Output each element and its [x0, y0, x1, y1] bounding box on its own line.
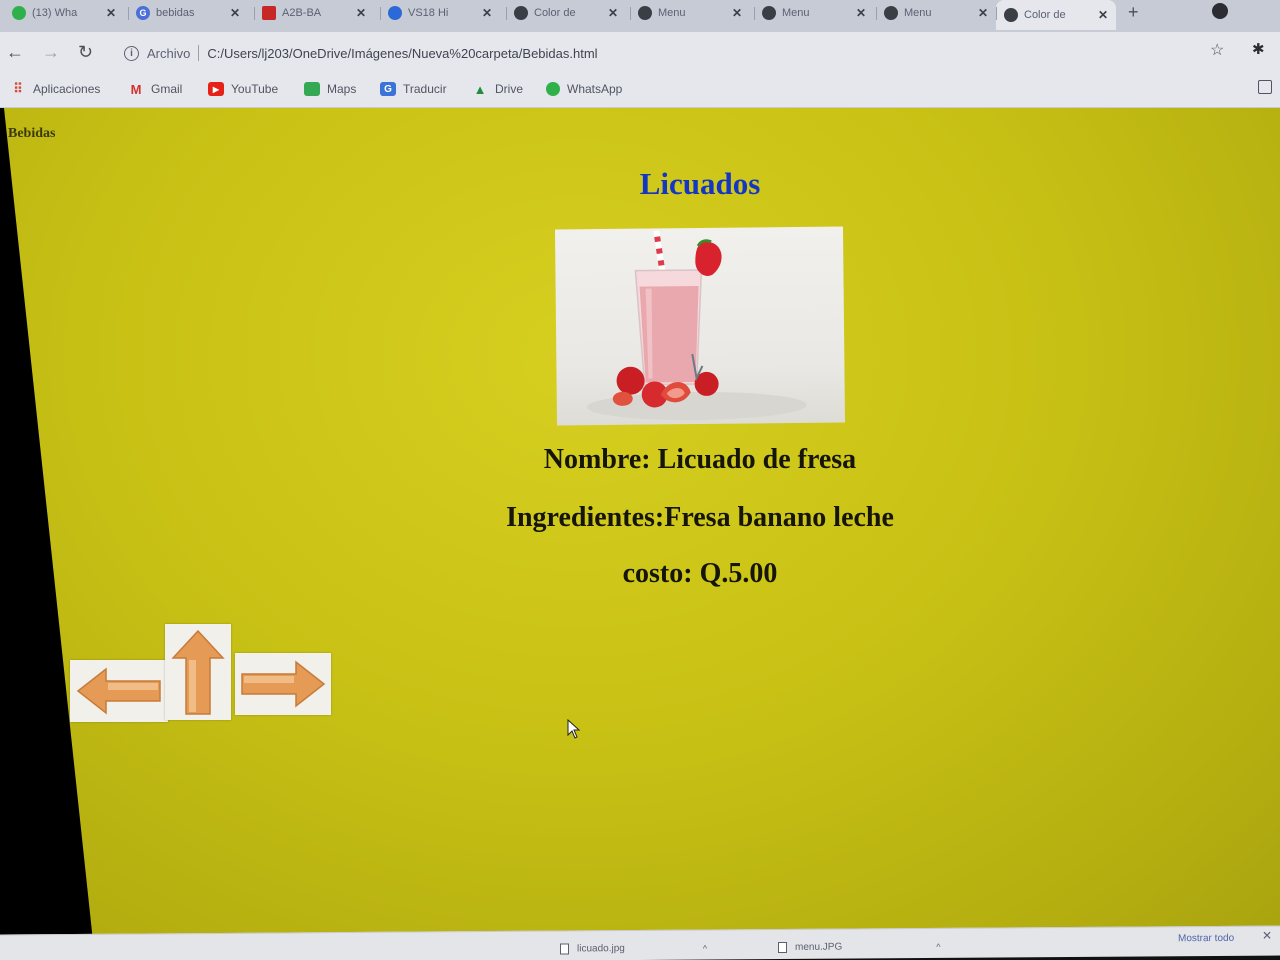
- tab-label: (13) Wha: [32, 7, 78, 19]
- translate-icon: G: [380, 82, 396, 96]
- globe-icon: [638, 6, 652, 20]
- close-icon[interactable]: ✕: [1262, 929, 1272, 943]
- download-filename: licuado.jpg: [577, 943, 625, 955]
- arrow-right-icon: [241, 660, 326, 708]
- strawberry-smoothie-image: [554, 226, 846, 426]
- bookmark-gmail[interactable]: M Gmail: [128, 81, 183, 97]
- tab-menu[interactable]: Menu ✕: [876, 0, 996, 26]
- product-ingredients: Ingredientes:Fresa banano leche: [506, 502, 894, 533]
- close-icon[interactable]: ✕: [106, 6, 116, 20]
- download-item[interactable]: menu.JPG ^: [778, 941, 940, 954]
- browser-toolbar: ← → ↻ i Archivo C:/Users/lj203/OneDrive/…: [0, 32, 1280, 74]
- tab-bebidas[interactable]: G bebidas ✕: [128, 0, 248, 26]
- bookmark-label: WhatsApp: [567, 82, 623, 96]
- download-filename: menu.JPG: [795, 941, 843, 953]
- screen: (13) Wha ✕ G bebidas ✕ A2B-BA ✕ VS18 Hi …: [0, 0, 1280, 960]
- tab-menu[interactable]: Menu ✕: [630, 0, 750, 26]
- tab-color-de-active[interactable]: Color de ✕: [996, 0, 1116, 30]
- tab-drive[interactable]: VS18 Hi ✕: [380, 0, 500, 26]
- bookmark-star-icon[interactable]: ☆: [1210, 40, 1224, 60]
- tab-label: Menu: [782, 7, 810, 19]
- tab-whatsapp[interactable]: (13) Wha ✕: [4, 0, 124, 26]
- page-corner-label: Bebidas: [8, 126, 56, 141]
- tab-label: A2B-BA: [282, 7, 322, 19]
- bookmark-youtube[interactable]: ▶ YouTube: [208, 82, 278, 96]
- bookmark-label: YouTube: [231, 82, 279, 96]
- tab-label: Color de: [1024, 9, 1066, 21]
- file-icon: [560, 943, 569, 955]
- chevron-up-icon[interactable]: ^: [703, 943, 707, 953]
- page-title: Licuados: [639, 166, 761, 201]
- tab-label: Menu: [904, 7, 932, 19]
- url-text[interactable]: C:/Users/lj203/OneDrive/Imágenes/Nueva%2…: [207, 46, 597, 61]
- bookmark-label: Gmail: [151, 82, 183, 96]
- pdf-icon: [262, 6, 276, 20]
- bookmark-label: Maps: [327, 82, 357, 96]
- download-item[interactable]: licuado.jpg ^: [560, 943, 707, 955]
- globe-icon: [884, 6, 898, 20]
- globe-icon: [762, 6, 776, 20]
- bookmarks-bar: ⠿ Aplicaciones M Gmail ▶ YouTube Maps G …: [0, 74, 1280, 108]
- gmail-icon: M: [130, 81, 142, 97]
- mouse-cursor-icon: [567, 719, 581, 739]
- file-icon: [778, 941, 787, 954]
- tab-color-de[interactable]: Color de ✕: [506, 0, 626, 26]
- back-icon[interactable]: ←: [6, 42, 24, 62]
- tab-label: Color de: [534, 7, 576, 19]
- close-icon[interactable]: ✕: [356, 6, 366, 20]
- up-arrow-button[interactable]: [165, 624, 231, 720]
- page-body: Bebidas Licuados Nombre: Licuado de fres…: [0, 108, 1280, 934]
- drive-icon: ▲: [473, 81, 487, 97]
- show-all-downloads-link[interactable]: Mostrar todo: [1178, 933, 1234, 944]
- bookmark-label: Drive: [495, 82, 524, 96]
- new-tab-icon[interactable]: +: [1128, 2, 1139, 23]
- product-name: Nombre: Licuado de fresa: [543, 444, 857, 475]
- divider: [198, 45, 200, 61]
- bookmark-maps[interactable]: Maps: [304, 82, 356, 96]
- close-icon[interactable]: ✕: [230, 6, 240, 20]
- next-arrow-button[interactable]: [235, 653, 331, 715]
- tab-label: Menu: [658, 7, 686, 19]
- reload-icon[interactable]: ↻: [78, 42, 93, 62]
- bookmark-aplicaciones[interactable]: ⠿ Aplicaciones: [10, 81, 101, 96]
- whatsapp-icon: [546, 82, 560, 96]
- maps-icon: [304, 82, 320, 96]
- tab-label: bebidas: [156, 7, 195, 19]
- bookmark-label: Aplicaciones: [33, 82, 101, 96]
- profile-icon[interactable]: [1212, 3, 1228, 19]
- bookmark-whatsapp[interactable]: WhatsApp: [546, 82, 622, 96]
- whatsapp-icon: [12, 6, 26, 20]
- bookmark-label: Traducir: [403, 82, 447, 96]
- address-bar[interactable]: i Archivo C:/Users/lj203/OneDrive/Imágen…: [112, 38, 1260, 68]
- apps-grid-icon: ⠿: [13, 81, 23, 96]
- close-icon[interactable]: ✕: [608, 6, 618, 20]
- tab-pdf[interactable]: A2B-BA ✕: [254, 0, 374, 26]
- product-price: costo: Q.5.00: [622, 558, 778, 589]
- chevron-up-icon[interactable]: ^: [936, 941, 940, 951]
- bookmark-traducir[interactable]: G Traducir: [380, 82, 447, 96]
- close-icon[interactable]: ✕: [482, 6, 492, 20]
- close-icon[interactable]: ✕: [732, 6, 742, 20]
- arrow-up-icon: [171, 629, 225, 715]
- file-scheme-label: Archivo: [147, 45, 191, 61]
- bookmark-drive[interactable]: ▲ Drive: [472, 81, 524, 97]
- arrow-left-icon: [76, 667, 161, 715]
- extensions-puzzle-icon[interactable]: ✱: [1252, 40, 1265, 58]
- close-icon[interactable]: ✕: [856, 6, 866, 20]
- tab-strip: (13) Wha ✕ G bebidas ✕ A2B-BA ✕ VS18 Hi …: [0, 0, 1280, 32]
- google-icon: G: [136, 6, 150, 20]
- forward-icon[interactable]: →: [42, 42, 60, 62]
- previous-arrow-button[interactable]: [70, 660, 168, 722]
- tab-menu[interactable]: Menu ✕: [754, 0, 874, 26]
- youtube-icon: ▶: [208, 82, 224, 96]
- globe-icon: [1004, 8, 1018, 22]
- close-icon[interactable]: ✕: [978, 6, 988, 20]
- info-icon[interactable]: i: [124, 45, 139, 61]
- globe-icon: [514, 6, 528, 20]
- reading-list-icon[interactable]: [1258, 80, 1272, 94]
- tab-label: VS18 Hi: [408, 7, 449, 19]
- drive-icon: [388, 6, 402, 20]
- close-icon[interactable]: ✕: [1098, 8, 1108, 22]
